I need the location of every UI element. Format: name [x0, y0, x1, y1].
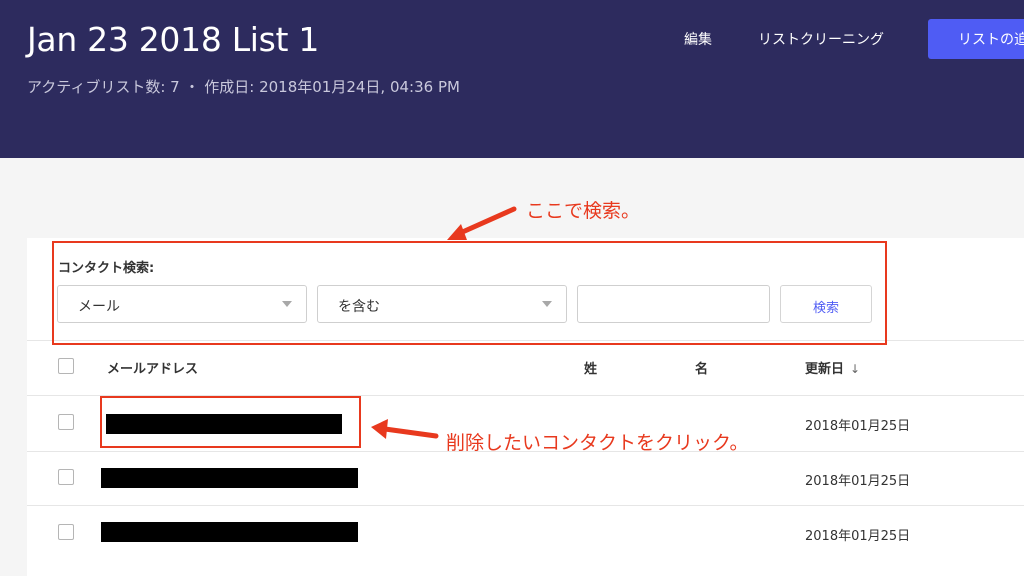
arrow-to-search-icon	[447, 206, 517, 240]
arrow-to-contact-icon	[371, 419, 439, 439]
annotation-arrows	[371, 206, 517, 439]
